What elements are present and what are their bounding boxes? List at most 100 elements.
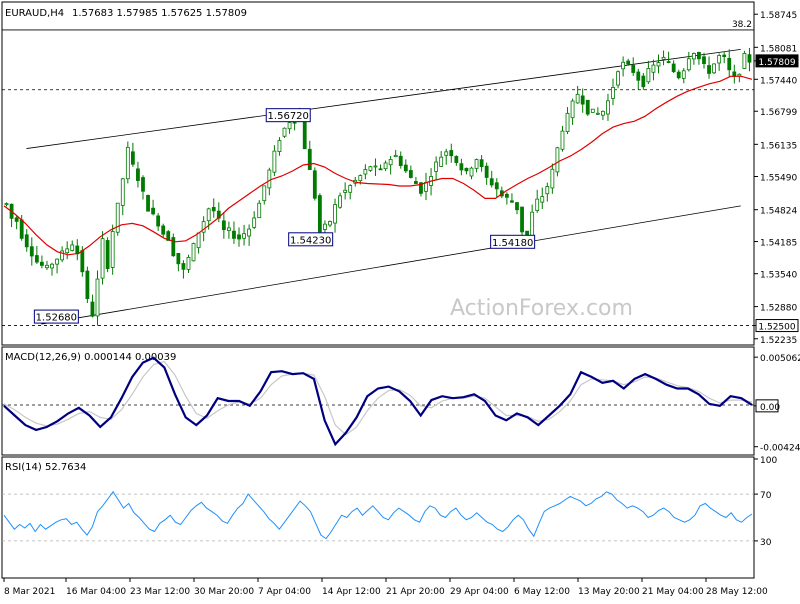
candle-body bbox=[378, 168, 383, 171]
candle-body bbox=[444, 151, 449, 156]
x-tick-label: 16 Mar 04:00 bbox=[66, 587, 126, 597]
candle-body bbox=[737, 73, 742, 77]
candle-body bbox=[651, 64, 656, 73]
candle-body bbox=[449, 150, 454, 157]
candle-body bbox=[611, 87, 615, 99]
candle-body bbox=[252, 217, 257, 228]
price-y-ticks: 1.58745 1.58081 1.57809 1.57440 1.56799 1.561… bbox=[754, 11, 799, 346]
candle-body bbox=[626, 60, 631, 65]
rsi-y-label: 100 bbox=[760, 456, 777, 466]
chart-window: ActionForex.com EURAUD,H4 1.57683 1.5798… bbox=[0, 0, 800, 600]
candle-body bbox=[550, 168, 555, 189]
candle-body bbox=[686, 58, 691, 71]
x-tick-label: 30 Mar 20:00 bbox=[194, 587, 254, 597]
candle-body bbox=[414, 181, 418, 184]
candle-body bbox=[105, 240, 110, 269]
candle-body bbox=[292, 121, 297, 124]
candle-body bbox=[348, 185, 353, 193]
macd-line bbox=[3, 356, 753, 447]
candle-body bbox=[601, 110, 605, 116]
candle-body bbox=[707, 65, 711, 74]
candle-body bbox=[641, 75, 646, 88]
price-y-label: 1.55490 bbox=[760, 173, 797, 183]
candle-body bbox=[211, 207, 216, 212]
candle-body bbox=[323, 223, 327, 230]
candle-body bbox=[570, 100, 575, 119]
candle-body bbox=[120, 178, 125, 206]
candle-body bbox=[55, 258, 59, 265]
x-tick-label: 28 May 12:00 bbox=[706, 587, 768, 597]
price-channel bbox=[26, 48, 741, 325]
candle-body bbox=[156, 215, 161, 227]
candle-body bbox=[717, 55, 722, 64]
candle-body bbox=[368, 166, 373, 171]
candle-body bbox=[535, 198, 540, 211]
price-y-label: 1.56799 bbox=[760, 108, 797, 118]
rsi-y-ticks: 100 70 30 bbox=[754, 456, 777, 548]
rsi-panel-frame bbox=[1, 456, 755, 579]
candle-body bbox=[272, 150, 277, 173]
candle-body bbox=[666, 61, 671, 63]
candle-body bbox=[50, 263, 54, 269]
candle-body bbox=[595, 112, 600, 115]
candle-body bbox=[19, 219, 24, 239]
candle-body bbox=[540, 196, 545, 203]
candle-body bbox=[302, 117, 307, 150]
candle-body bbox=[65, 248, 70, 254]
x-tick-label: 21 Apr 20:00 bbox=[386, 587, 445, 597]
candle-body bbox=[90, 301, 95, 317]
candle-body bbox=[373, 165, 378, 168]
candle-body bbox=[464, 167, 469, 172]
macd-y-ticks: 0.005062 0.00 -0.004248 bbox=[754, 354, 800, 454]
candle-body bbox=[232, 230, 236, 239]
price-y-label: 1.54824 bbox=[760, 207, 797, 217]
candle-body bbox=[338, 195, 342, 208]
rsi-label: RSI(14) 52.7634 bbox=[5, 462, 86, 473]
candle-body bbox=[141, 177, 145, 192]
candle-body bbox=[206, 208, 211, 222]
watermark: ActionForex.com bbox=[450, 296, 633, 321]
candle-body bbox=[580, 95, 585, 105]
x-tick-label: 13 May 20:00 bbox=[578, 587, 640, 597]
candle-body bbox=[40, 261, 44, 266]
candle-body bbox=[494, 182, 499, 190]
candle-body bbox=[510, 200, 514, 203]
candle-body bbox=[681, 70, 686, 79]
candle-body bbox=[393, 154, 398, 158]
candle-body bbox=[191, 243, 196, 262]
macd-signal-line bbox=[3, 360, 753, 436]
price-y-label: 1.53540 bbox=[760, 271, 797, 281]
price-tag-label: 1.56720 bbox=[268, 111, 309, 122]
candle-body bbox=[176, 252, 181, 265]
candle-body bbox=[575, 93, 580, 104]
candle-body bbox=[110, 231, 115, 268]
candle-body bbox=[287, 122, 292, 130]
candle-body bbox=[555, 147, 560, 173]
candle-body bbox=[747, 54, 752, 63]
candle-body bbox=[146, 195, 150, 212]
header-ohlc: 1.57683 1.57985 1.57625 1.57809 bbox=[72, 8, 247, 19]
price-tag-label: 1.52680 bbox=[36, 313, 77, 324]
candle-body bbox=[4, 203, 9, 205]
candle-body bbox=[242, 233, 246, 239]
candle-body bbox=[469, 167, 474, 177]
candle-body bbox=[75, 245, 80, 255]
candle-body bbox=[227, 227, 231, 231]
candle-body bbox=[383, 162, 388, 170]
candle-body bbox=[636, 71, 641, 81]
macd-panel-frame bbox=[1, 346, 755, 456]
candle-body bbox=[247, 228, 252, 237]
macd-y-label: 0.00 bbox=[760, 403, 780, 413]
rsi-line bbox=[3, 490, 753, 540]
fib-label: 38.2 bbox=[732, 20, 752, 30]
macd-y-label: -0.004248 bbox=[760, 444, 800, 454]
price-y-label: 1.57440 bbox=[760, 76, 797, 86]
candle-body bbox=[489, 178, 494, 186]
candle-body bbox=[606, 100, 610, 115]
candle-body bbox=[24, 234, 29, 248]
candle-body bbox=[125, 146, 130, 180]
candle-body bbox=[196, 232, 201, 249]
price-y-label: 1.58081 bbox=[760, 44, 797, 54]
candle-body bbox=[520, 206, 524, 233]
candle-body bbox=[646, 68, 651, 83]
